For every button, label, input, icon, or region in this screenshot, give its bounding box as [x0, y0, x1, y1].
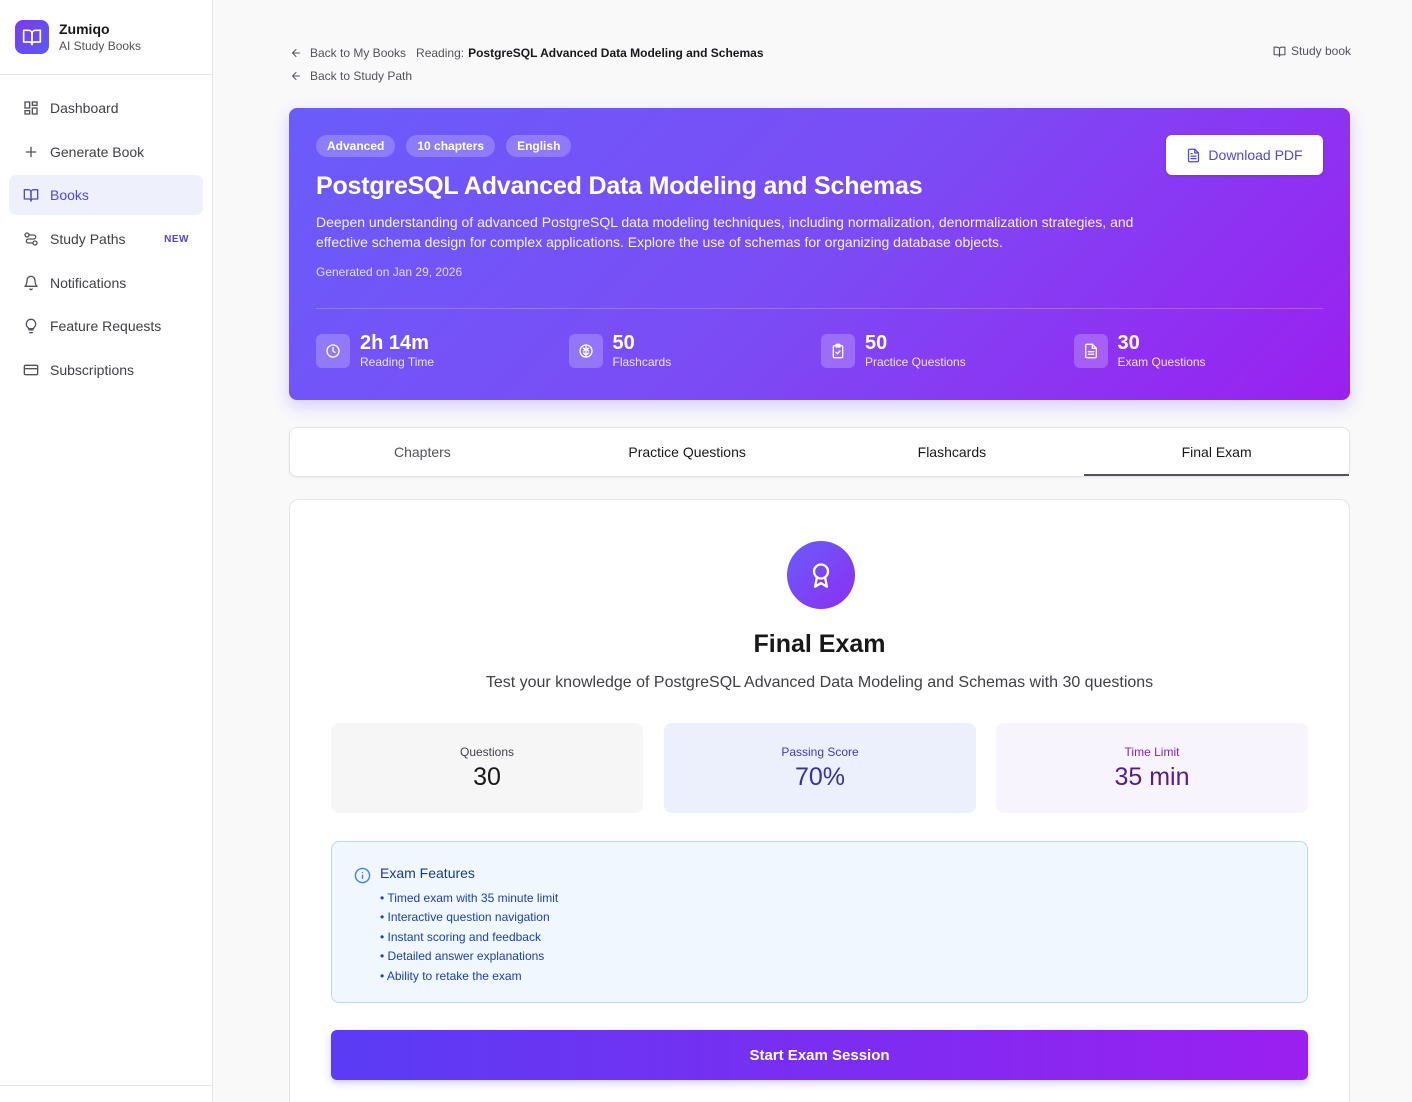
sidebar-item-feature-requests[interactable]: Feature Requests: [9, 306, 203, 346]
arrow-left-icon: [290, 47, 302, 59]
sidebar-item-label: Subscriptions: [50, 362, 135, 379]
stat-reading-time: 2h 14m Reading Time: [316, 332, 569, 370]
clipboard-check-icon: [821, 334, 855, 368]
credit-card-icon: [22, 361, 40, 379]
book-tags: Advanced 10 chapters English: [316, 135, 572, 157]
generated-date: Generated on Jan 29, 2026: [316, 265, 463, 279]
sidebar-item-label: Books: [50, 187, 89, 204]
exam-subtitle: Test your knowledge of PostgreSQL Advanc…: [485, 674, 1154, 691]
main-content: Back to My Books Reading: PostgreSQL Adv…: [213, 0, 1412, 1102]
sidebar-item-label: Study Paths: [50, 231, 126, 248]
stat-practice-questions: 50 Practice Questions: [821, 332, 1074, 370]
stat-label: Exam Questions: [1117, 355, 1206, 369]
book-tabs: Chapters Practice Questions Flashcards F…: [289, 427, 1350, 477]
sidebar-item-label: Dashboard: [50, 100, 119, 116]
stat-value: 50: [612, 332, 635, 354]
sidebar-item-generate-book[interactable]: Generate Book: [9, 132, 203, 172]
exam-features-list: • Timed exam with 35 minute limit • Inte…: [380, 889, 558, 986]
exam-features-box: Exam Features • Timed exam with 35 minut…: [331, 841, 1308, 1003]
sidebar-item-label: Notifications: [50, 274, 127, 291]
metric-value: 30: [473, 762, 501, 791]
back-to-study-path-link[interactable]: Back to Study Path: [310, 69, 412, 83]
study-book-label: Study book: [1290, 44, 1351, 58]
stat-exam-questions: 30 Exam Questions: [1073, 332, 1327, 370]
list-item: • Timed exam with 35 minute limit: [380, 891, 559, 905]
brand-name: Zumiqo: [59, 21, 110, 37]
sidebar-item-label: Generate Book: [50, 143, 145, 160]
sidebar-item-notifications[interactable]: Notifications: [9, 263, 203, 303]
book-open-icon: [22, 186, 40, 204]
study-book-button[interactable]: Study book: [1273, 44, 1351, 58]
route-icon: [22, 230, 40, 248]
stat-value: 50: [865, 332, 888, 354]
stat-label: Flashcards: [612, 355, 672, 369]
level-tag: Advanced: [316, 135, 396, 157]
plus-icon: [22, 143, 40, 161]
file-text-icon: [1188, 148, 1200, 162]
metric-label: Passing Score: [781, 744, 859, 759]
breadcrumb: Back to My Books Reading: PostgreSQL Adv…: [290, 44, 1351, 84]
list-item: • Detailed answer explanations: [380, 949, 545, 964]
list-item: • Ability to retake the exam: [380, 968, 522, 983]
book-open-icon: [1273, 46, 1286, 57]
clock-icon: [316, 334, 350, 368]
book-title: PostgreSQL Advanced Data Modeling and Sc…: [316, 172, 923, 200]
tab-final-exam[interactable]: Final Exam: [1084, 428, 1349, 476]
stat-label: Practice Questions: [865, 355, 966, 369]
stat-value: 2h 14m: [360, 332, 429, 354]
metric-label: Questions: [459, 744, 515, 759]
language-tag: English: [506, 135, 572, 157]
dashboard-icon: [22, 99, 40, 117]
stat-flashcards: 50 Flashcards: [568, 332, 822, 370]
chapters-tag: 10 chapters: [406, 135, 496, 157]
sidebar-nav: Dashboard Generate Book Books Study Path…: [0, 75, 212, 407]
back-to-books-link[interactable]: Back to My Books: [310, 46, 406, 60]
stat-value: 30: [1117, 332, 1140, 354]
metric-label: Time Limit: [1124, 744, 1180, 759]
exam-features-title: Exam Features: [380, 865, 475, 881]
brain-icon: [568, 334, 603, 368]
lightbulb-icon: [22, 317, 40, 335]
sidebar-item-books[interactable]: Books: [9, 175, 203, 216]
metric-value: 70%: [794, 762, 846, 791]
brand-subtitle: AI Study Books: [59, 39, 142, 53]
download-pdf-button[interactable]: Download PDF: [1166, 135, 1323, 175]
hero-divider: [316, 308, 1323, 309]
list-item: • Interactive question navigation: [380, 910, 550, 925]
sidebar-item-label: Feature Requests: [50, 318, 162, 335]
book-hero-card: Advanced 10 chapters English PostgreSQL …: [289, 108, 1350, 400]
current-book-name: PostgreSQL Advanced Data Modeling and Sc…: [468, 45, 764, 60]
info-icon: [354, 867, 371, 889]
sidebar-item-study-paths[interactable]: Study Paths NEW: [9, 219, 203, 259]
sidebar-item-subscriptions[interactable]: Subscriptions: [9, 350, 203, 390]
download-pdf-label: Download PDF: [1208, 147, 1303, 163]
arrow-left-icon: [290, 70, 302, 82]
award-icon: [787, 541, 855, 609]
metric-questions: Questions 30: [331, 723, 643, 813]
stat-label: Reading Time: [360, 355, 435, 369]
tab-chapters[interactable]: Chapters: [290, 428, 555, 476]
sidebar-item-dashboard[interactable]: Dashboard: [9, 88, 203, 128]
metric-passing-score: Passing Score 70%: [664, 723, 976, 813]
start-exam-button[interactable]: Start Exam Session: [331, 1030, 1308, 1080]
book-open-icon: [15, 20, 49, 54]
list-item: • Instant scoring and feedback: [380, 929, 541, 944]
file-text-icon: [1073, 334, 1108, 368]
exam-title: Final Exam: [753, 630, 886, 658]
sidebar-footer-divider: [0, 1085, 212, 1086]
final-exam-card: Final Exam Test your knowledge of Postgr…: [289, 499, 1350, 1102]
sidebar: Zumiqo AI Study Books Dashboard Generate…: [0, 0, 213, 1102]
metric-time-limit: Time Limit 35 min: [996, 723, 1308, 813]
metric-value: 35 min: [1114, 762, 1190, 791]
new-badge: NEW: [164, 233, 189, 245]
tab-flashcards[interactable]: Flashcards: [820, 428, 1085, 476]
bell-icon: [22, 274, 40, 292]
reading-label: Reading:: [416, 45, 465, 60]
brand[interactable]: Zumiqo AI Study Books: [0, 0, 212, 75]
tab-practice-questions[interactable]: Practice Questions: [555, 428, 820, 476]
book-description: Deepen understanding of advanced Postgre…: [316, 214, 1134, 250]
book-stats: 2h 14m Reading Time 50 Flashcards 50 Pra…: [316, 332, 1326, 370]
